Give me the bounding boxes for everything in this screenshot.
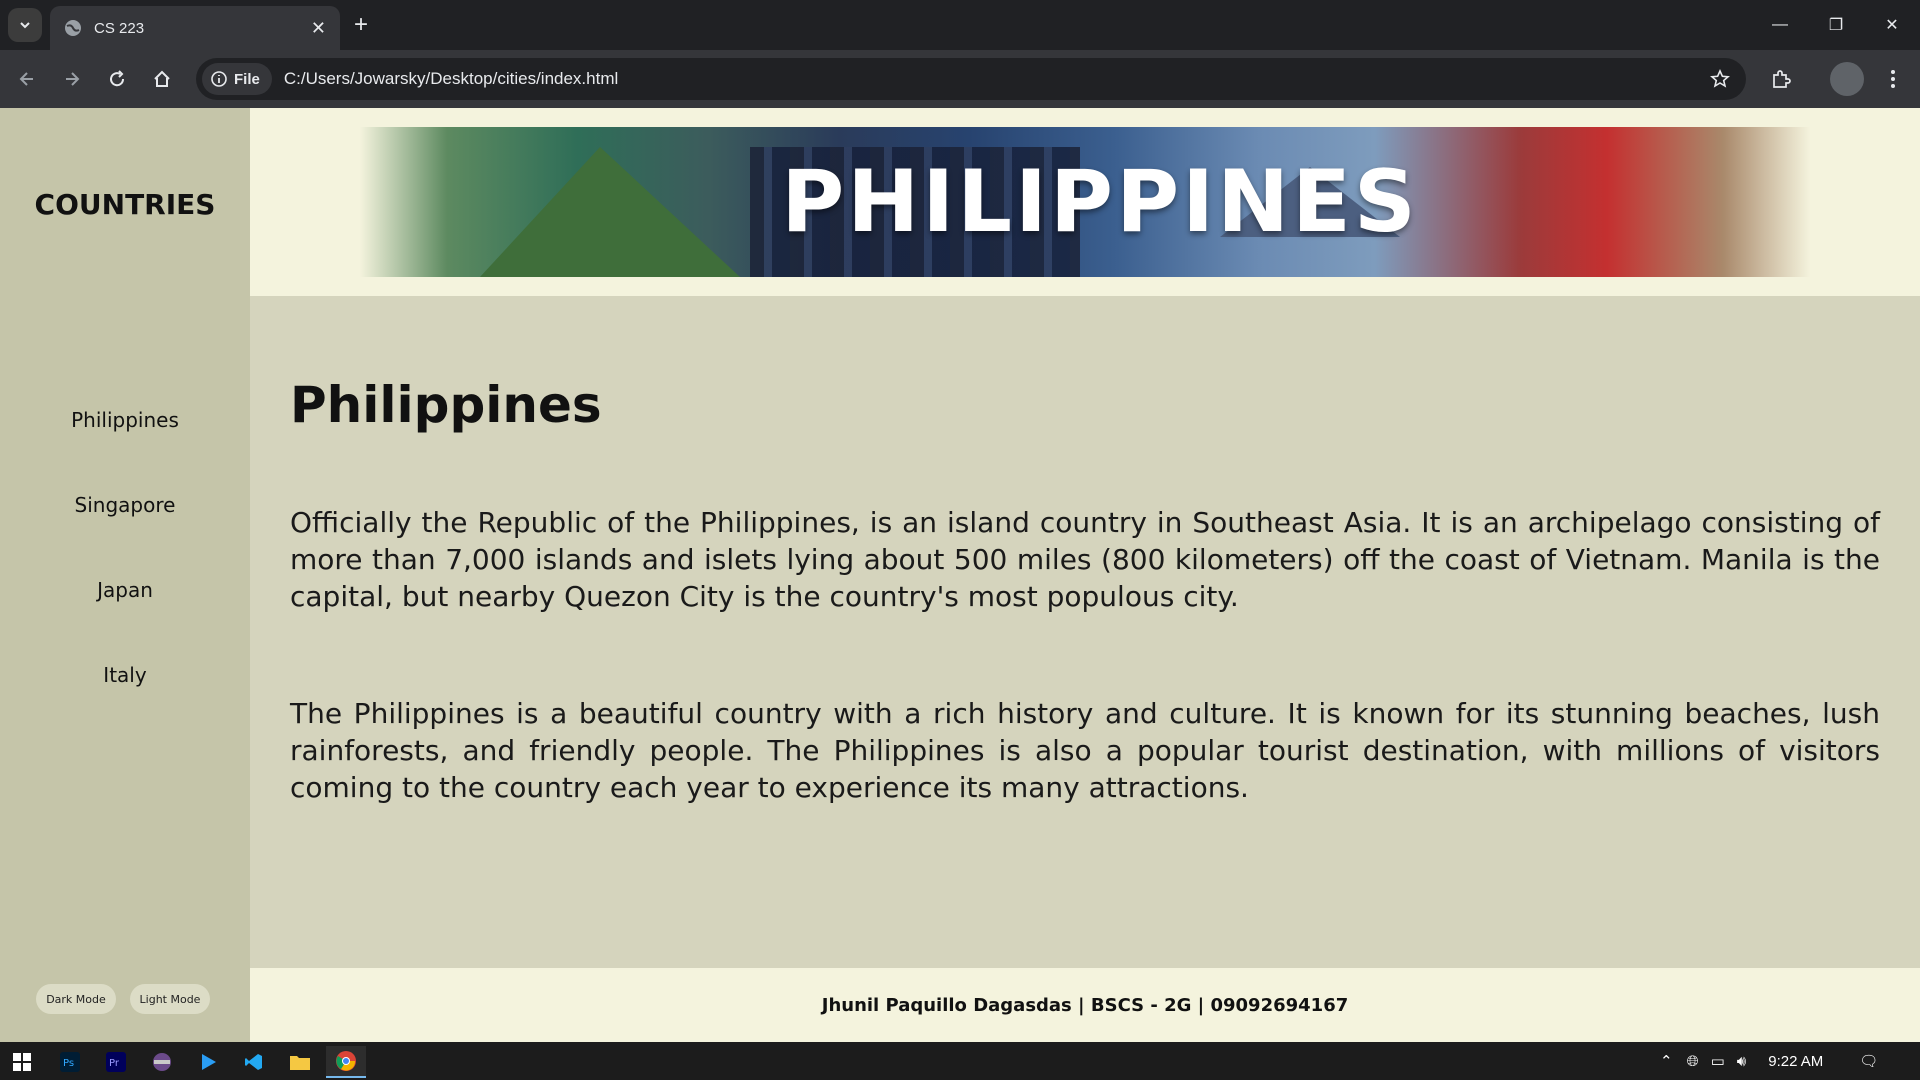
start-button[interactable]: [2, 1046, 42, 1078]
page-header: PHILIPPINES: [250, 108, 1920, 296]
sidebar-brand: COUNTRIES: [34, 188, 216, 221]
back-arrow-icon: [19, 72, 33, 86]
vscode-icon: [245, 1054, 262, 1070]
more-vertical-icon: [1891, 70, 1895, 88]
file-explorer-taskbar-icon[interactable]: [280, 1046, 320, 1078]
forward-arrow-icon: [66, 72, 80, 86]
windows-logo-icon: [13, 1053, 31, 1071]
folder-icon: [290, 1056, 310, 1070]
photoshop-taskbar-icon[interactable]: Ps: [50, 1046, 90, 1078]
web-page: COUNTRIES Philippines Singapore Japan It…: [0, 108, 1920, 1042]
clock-time[interactable]: 9:22 AM: [1768, 1053, 1823, 1070]
address-bar[interactable]: File C:/Users/Jowarsky/Desktop/cities/in…: [196, 58, 1746, 100]
site-info-chip[interactable]: File: [202, 63, 272, 95]
chrome-icon: [336, 1051, 356, 1071]
info-icon: [211, 71, 227, 87]
premiere-icon: Pr: [106, 1052, 126, 1072]
forward-button[interactable]: [55, 62, 89, 96]
app-circle-icon: [153, 1053, 171, 1071]
page-footer: Jhunil Paquillo Dagasdas | BSCS - 2G | 0…: [250, 968, 1920, 1042]
vscode-taskbar-icon[interactable]: [234, 1046, 274, 1078]
bookmark-star-icon[interactable]: [1710, 69, 1730, 89]
play-icon: [202, 1054, 216, 1070]
back-button[interactable]: [10, 62, 44, 96]
scheme-label: File: [234, 70, 260, 88]
volume-icon[interactable]: 🔊︎: [1737, 1053, 1746, 1070]
minimize-button[interactable]: —: [1752, 0, 1808, 50]
nav-item-italy[interactable]: Italy: [0, 663, 250, 687]
premiere-taskbar-icon[interactable]: Pr: [96, 1046, 136, 1078]
light-mode-button[interactable]: Light Mode: [130, 984, 210, 1014]
chevron-up-icon[interactable]: ⌃: [1660, 1052, 1673, 1070]
new-tab-button[interactable]: +: [354, 12, 368, 38]
nav-item-singapore[interactable]: Singapore: [0, 493, 250, 517]
system-tray: ⌃ 🌐︎ ▭ 🔊︎ 9:22 AM 🗨︎: [1660, 1042, 1878, 1080]
banner-image: PHILIPPINES: [360, 127, 1810, 277]
intro-paragraph: Officially the Republic of the Philippin…: [290, 506, 1880, 613]
window-controls: — ❐ ✕: [1752, 0, 1920, 50]
extensions-button[interactable]: [1764, 62, 1798, 96]
chrome-taskbar-icon[interactable]: [326, 1046, 366, 1078]
tab-title: CS 223: [94, 19, 145, 37]
home-button[interactable]: [145, 62, 179, 96]
profile-avatar[interactable]: [1830, 62, 1864, 96]
browser-tab[interactable]: CS 223 ✕: [50, 6, 340, 50]
page-title: Philippines: [290, 376, 602, 434]
media-player-taskbar-icon[interactable]: [188, 1046, 228, 1078]
close-tab-icon[interactable]: ✕: [311, 18, 326, 39]
battery-icon[interactable]: ▭: [1711, 1052, 1725, 1070]
puzzle-icon: [1773, 70, 1791, 88]
nav-item-philippines[interactable]: Philippines: [0, 408, 250, 432]
url-text[interactable]: C:/Users/Jowarsky/Desktop/cities/index.h…: [284, 69, 1710, 89]
photoshop-icon: Ps: [60, 1052, 80, 1072]
banner-title: PHILIPPINES: [781, 152, 1419, 252]
close-window-button[interactable]: ✕: [1864, 0, 1920, 50]
sidebar: COUNTRIES Philippines Singapore Japan It…: [0, 108, 250, 1042]
windows-taskbar: Ps Pr ⌃ 🌐︎ ▭ 🔊︎ 9:22 AM 🗨︎: [0, 1042, 1920, 1080]
menu-button[interactable]: [1876, 62, 1910, 96]
restore-button[interactable]: ❐: [1808, 0, 1864, 50]
svg-text:Ps: Ps: [63, 1058, 74, 1069]
description-paragraph: The Philippines is a beautiful country w…: [290, 697, 1880, 804]
nav-item-japan[interactable]: Japan: [0, 578, 250, 602]
reload-button[interactable]: [100, 62, 134, 96]
chevron-down-icon: [20, 22, 30, 29]
browser-tab-strip: CS 223 ✕ + — ❐ ✕: [0, 0, 1920, 50]
dark-mode-button[interactable]: Dark Mode: [36, 984, 116, 1014]
main-content: Philippines Officially the Republic of t…: [250, 296, 1920, 968]
svg-text:Pr: Pr: [109, 1058, 120, 1069]
reload-icon: [110, 70, 125, 87]
home-icon: [154, 70, 170, 87]
notification-icon[interactable]: 🗨︎: [1859, 1052, 1878, 1070]
tab-search-button[interactable]: [8, 8, 42, 42]
browser-toolbar: File C:/Users/Jowarsky/Desktop/cities/in…: [0, 50, 1920, 108]
globe-icon: [65, 20, 81, 36]
app-taskbar-icon[interactable]: [142, 1046, 182, 1078]
globe-icon[interactable]: 🌐︎: [1687, 1053, 1699, 1070]
